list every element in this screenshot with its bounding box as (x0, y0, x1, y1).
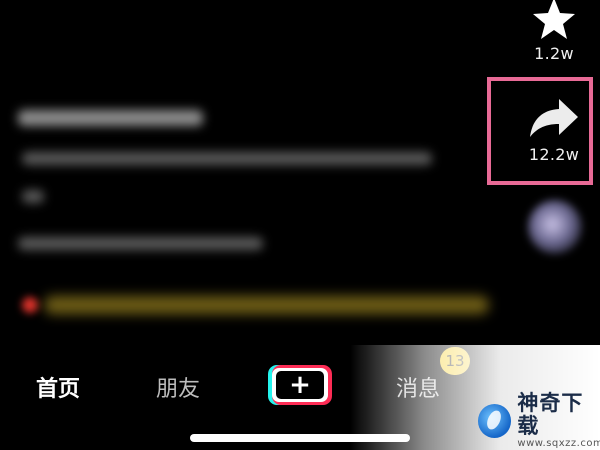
favorite-button[interactable]: 1.2w (522, 0, 586, 63)
create-post-button[interactable]: + (268, 365, 332, 405)
blurred-hot-banner (44, 296, 489, 314)
watermark-logo-icon (478, 403, 512, 438)
watermark-url: www.sqxzz.com (517, 438, 600, 450)
blurred-avatar[interactable] (528, 200, 582, 254)
share-arrow-icon (530, 99, 578, 137)
share-button[interactable]: 12.2w (522, 95, 586, 164)
blurred-description-line (22, 152, 432, 165)
nav-friends-tab[interactable]: 朋友 (156, 371, 200, 403)
blurred-tag-line (18, 237, 263, 250)
nav-home-tab[interactable]: 首页 (36, 371, 80, 403)
video-screen[interactable]: 1.2w 12.2w 首页 朋友 + 消息 13 神奇下载 www.sqxzz.… (0, 0, 600, 450)
share-count: 12.2w (528, 145, 580, 164)
blurred-hot-icon (22, 297, 38, 313)
favorite-count: 1.2w (534, 44, 574, 63)
plus-icon: + (289, 370, 311, 400)
watermark: 神奇下载 www.sqxzz.com (478, 391, 600, 450)
star-icon (533, 0, 575, 39)
blurred-description-line (22, 190, 44, 203)
home-indicator[interactable] (190, 434, 410, 442)
watermark-name: 神奇下载 (517, 391, 584, 439)
blurred-author-line (18, 110, 203, 126)
